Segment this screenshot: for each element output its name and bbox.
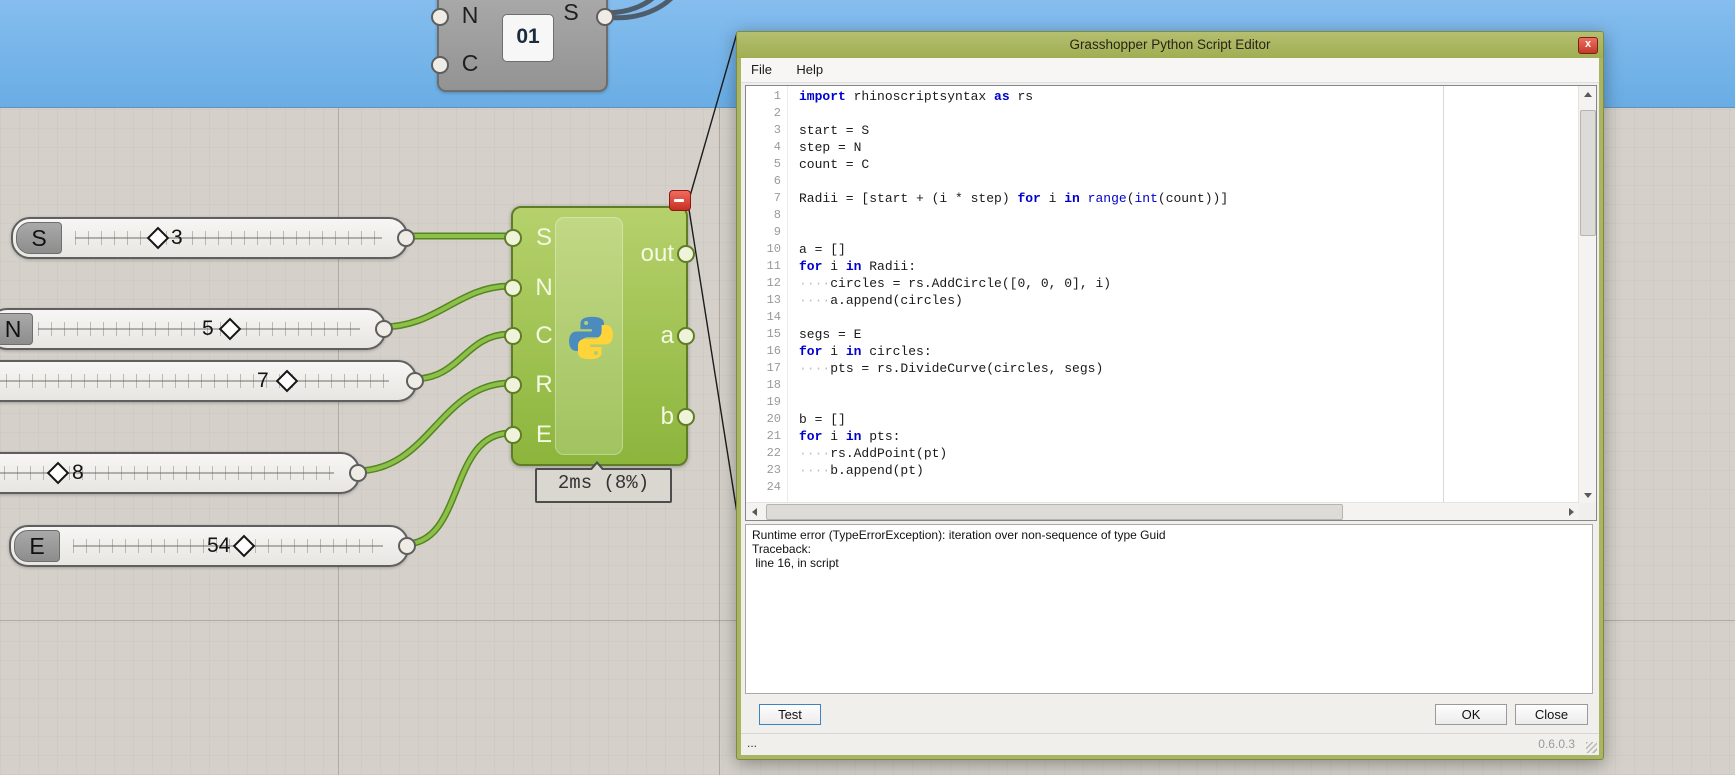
menu-help[interactable]: Help xyxy=(786,58,833,82)
input-nub[interactable] xyxy=(504,426,522,444)
scroll-down-icon[interactable] xyxy=(1579,487,1596,503)
python-script-component[interactable]: S N C R E out a b xyxy=(504,206,695,466)
python-script-editor-dialog[interactable]: Grasshopper Python Script Editor x File … xyxy=(736,31,1604,760)
ok-button[interactable]: OK xyxy=(1435,704,1507,725)
slider-rail[interactable] xyxy=(75,231,382,245)
menu-file[interactable]: File xyxy=(741,58,782,82)
input-label-c: C xyxy=(461,50,479,76)
vertical-scrollbar[interactable] xyxy=(1578,86,1596,503)
number-slider-e[interactable]: E 54 xyxy=(9,525,416,567)
output-label-a: a xyxy=(660,322,674,349)
notch xyxy=(591,464,603,471)
resize-grip-icon[interactable] xyxy=(1586,742,1597,753)
version-label: 0.6.0.3 xyxy=(1538,737,1575,751)
menu-bar: File Help xyxy=(741,58,1599,83)
input-nub[interactable] xyxy=(504,279,522,297)
output-nub[interactable] xyxy=(397,229,415,247)
input-label-s: S xyxy=(535,224,552,251)
horizontal-scrollbar[interactable] xyxy=(746,502,1579,520)
code-area[interactable]: import rhinoscriptsyntax as rs start = Ss… xyxy=(789,86,1579,503)
slider-value: 5 xyxy=(202,317,214,340)
callout-line xyxy=(687,32,738,204)
callout-line xyxy=(687,202,738,514)
output-nub[interactable] xyxy=(375,320,393,338)
close-button[interactable]: Close xyxy=(1515,704,1588,725)
vertical-scroll-thumb[interactable] xyxy=(1580,110,1596,236)
input-label-c: C xyxy=(535,322,553,349)
status-bar: ... 0.6.0.3 xyxy=(741,733,1599,755)
output-nub[interactable] xyxy=(349,464,367,482)
slider-value: 54 xyxy=(207,534,231,557)
status-text: ... xyxy=(747,736,758,750)
python-logo-icon xyxy=(569,316,613,360)
output-nub[interactable] xyxy=(406,372,424,390)
minus-icon xyxy=(674,199,684,202)
slider-value: 8 xyxy=(72,461,84,484)
scroll-left-icon[interactable] xyxy=(746,503,762,520)
output-nub[interactable] xyxy=(677,327,695,345)
slider-name-label: E xyxy=(14,530,60,562)
output-label-s: S xyxy=(563,0,579,25)
input-nub[interactable] xyxy=(504,376,522,394)
output-nub[interactable] xyxy=(677,245,695,263)
input-label-r: R xyxy=(535,371,553,398)
error-badge-icon[interactable] xyxy=(669,190,691,211)
input-label-n: N xyxy=(461,2,479,28)
output-nub[interactable] xyxy=(398,537,416,555)
error-console: Runtime error (TypeErrorException): iter… xyxy=(745,524,1593,694)
number-slider-4[interactable]: 8 xyxy=(0,452,367,494)
output-label-out: out xyxy=(640,240,674,267)
dialog-title: Grasshopper Python Script Editor xyxy=(1069,37,1271,52)
input-nub[interactable] xyxy=(504,229,522,247)
input-nub[interactable] xyxy=(504,327,522,345)
output-label-b: b xyxy=(660,403,674,430)
input-nub[interactable] xyxy=(431,8,449,26)
slider-rail[interactable] xyxy=(38,322,360,336)
scrollbar-corner xyxy=(1579,503,1596,520)
number-slider-s[interactable]: S 3 xyxy=(11,217,415,259)
runtime-label: 2ms (8%) xyxy=(535,461,672,503)
input-label-e: E xyxy=(535,421,552,448)
series-component[interactable]: N C 01 S xyxy=(431,0,614,92)
horizontal-scroll-thumb[interactable] xyxy=(766,504,1343,520)
input-nub[interactable] xyxy=(431,56,449,74)
number-slider-3[interactable]: 7 xyxy=(0,360,424,402)
output-nub[interactable] xyxy=(596,8,614,26)
output-nub[interactable] xyxy=(677,408,695,426)
scroll-right-icon[interactable] xyxy=(1563,503,1579,520)
line-number-gutter: 1 2 3 4 5 6 7 8 9 10 11 12 13 14 15 16 17 18 19 20 21 22 23 24 xyxy=(746,86,788,503)
number-slider-n[interactable]: N 5 xyxy=(0,308,393,350)
runtime-text: 2ms (8%) xyxy=(557,472,650,494)
slider-value: 7 xyxy=(257,369,269,392)
editor-guide-line xyxy=(1443,86,1444,503)
dialog-body: File Help 1 2 3 4 5 6 7 8 9 10 11 12 13 14 15 16 17 18 19 2… xyxy=(741,58,1599,755)
slider-rail[interactable] xyxy=(0,374,389,388)
input-label-n: N xyxy=(535,274,553,301)
close-icon[interactable]: x xyxy=(1578,37,1598,54)
slider-name-label: S xyxy=(16,222,62,254)
dialog-titlebar[interactable]: Grasshopper Python Script Editor x xyxy=(737,32,1603,58)
slider-name-label: N xyxy=(0,313,33,345)
slider-value: 3 xyxy=(171,226,183,249)
code-editor[interactable]: 1 2 3 4 5 6 7 8 9 10 11 12 13 14 15 16 17 18 19 20 21 22 23 24 … xyxy=(745,85,1597,521)
scroll-up-icon[interactable] xyxy=(1579,86,1596,102)
test-button[interactable]: Test xyxy=(759,704,821,725)
series-icon: 01 xyxy=(502,14,554,62)
grasshopper-canvas[interactable]: { "colors": { "sky": "#79b6e8", "canvas"… xyxy=(0,0,1735,775)
